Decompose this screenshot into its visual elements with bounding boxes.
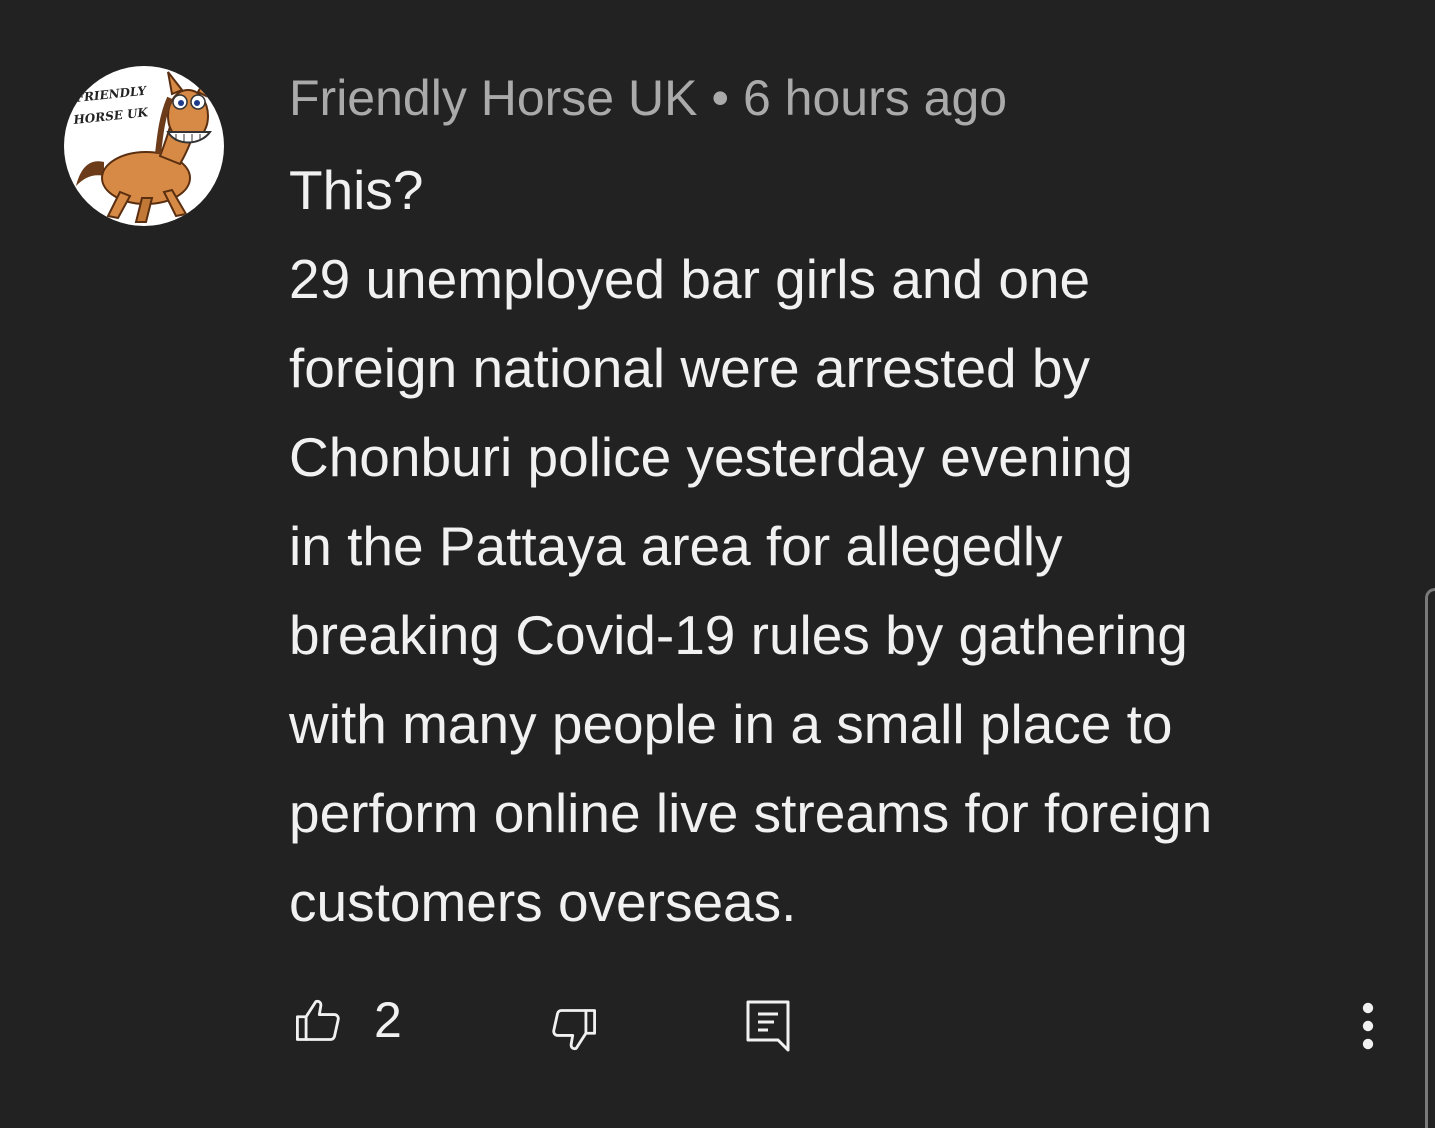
thumbs-up-icon: [296, 999, 340, 1041]
more-options-button[interactable]: [1354, 1000, 1382, 1052]
comment-line: in the Pattaya area for allegedly: [289, 515, 1063, 577]
meta-separator: •: [711, 70, 729, 126]
comment-line: Chonburi police yesterday evening: [289, 426, 1133, 488]
thumbs-down-icon: [552, 1009, 596, 1051]
author-avatar[interactable]: FRIENDLY HORSE UK: [64, 66, 224, 226]
like-button[interactable]: 2: [292, 990, 402, 1050]
comment-line: with many people in a small place to: [289, 693, 1173, 755]
svg-text:FRIENDLY: FRIENDLY: [74, 84, 148, 106]
horse-avatar-icon: FRIENDLY HORSE UK: [72, 71, 212, 223]
comment-timestamp[interactable]: 6 hours ago: [743, 70, 1007, 126]
svg-text:HORSE UK: HORSE UK: [72, 105, 149, 127]
vertical-ellipsis-icon: [1362, 1002, 1374, 1050]
like-count: 2: [374, 992, 402, 1048]
scrollbar-edge: [1425, 588, 1435, 1128]
dislike-button[interactable]: [548, 1004, 600, 1056]
comment-meta: Friendly Horse UK • 6 hours ago: [289, 68, 1007, 128]
comment-actions: 2: [0, 990, 1435, 1070]
comment-line: This?: [289, 159, 424, 221]
reply-comment-icon: [746, 1000, 790, 1052]
comment-item: FRIENDLY HORSE UK Friendly Horse UK • 6 ho…: [0, 0, 1435, 1128]
author-name[interactable]: Friendly Horse UK: [289, 70, 697, 126]
comment-body: This? 29 unemployed bar girls and one fo…: [289, 146, 1409, 947]
comment-line: 29 unemployed bar girls and one: [289, 248, 1091, 310]
comment-line: foreign national were arrested by: [289, 337, 1091, 399]
reply-button[interactable]: [744, 998, 792, 1054]
comment-line: breaking Covid-19 rules by gathering: [289, 604, 1188, 666]
comment-line: customers overseas.: [289, 871, 797, 933]
comment-line: perform online live streams for foreign: [289, 782, 1213, 844]
